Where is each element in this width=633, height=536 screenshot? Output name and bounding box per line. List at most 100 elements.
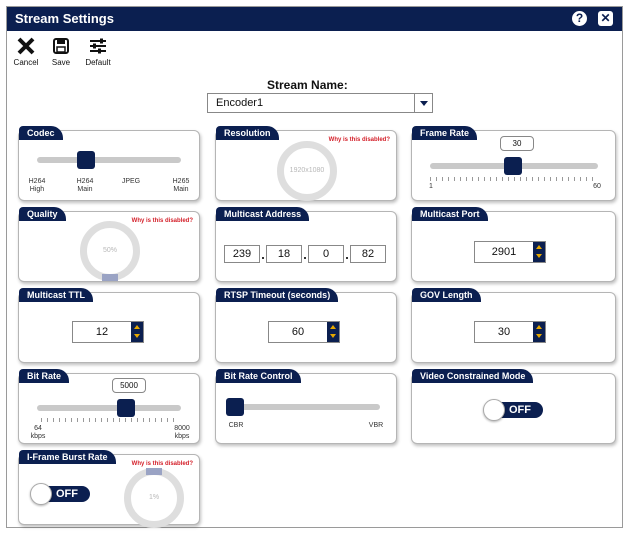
stream-name-value: Encoder1 — [216, 97, 264, 109]
stream-name-label: Stream Name: — [267, 78, 348, 92]
rtsp-timeout-stepper[interactable]: 60 — [268, 321, 340, 343]
bit-rate-control-track[interactable] — [232, 404, 380, 410]
quality-value: 50% — [102, 247, 117, 254]
resolution-dial: 1920x1080 — [277, 141, 337, 201]
codec-title: Codec — [19, 126, 63, 140]
stepper-arrows-icon[interactable] — [131, 322, 143, 342]
multicast-octet-2[interactable]: 18 — [266, 245, 302, 263]
quality-dial: 50% — [80, 221, 140, 281]
default-button[interactable]: Default — [81, 34, 115, 67]
frame-rate-min: 1 — [429, 183, 433, 190]
octet-separator — [304, 257, 306, 259]
multicast-ttl-value: 12 — [95, 326, 109, 338]
save-label: Save — [51, 58, 71, 67]
multicast-octet-4[interactable]: 82 — [350, 245, 386, 263]
multicast-port-panel: Multicast Port 2901 — [411, 207, 616, 282]
codec-option-h264-main: H264 Main — [76, 178, 94, 193]
gov-length-value: 30 — [497, 326, 511, 338]
stepper-arrows-icon[interactable] — [327, 322, 339, 342]
octet-separator — [262, 257, 264, 259]
why-disabled-link[interactable]: Why is this disabled? — [132, 461, 193, 467]
bit-rate-control-cbr: CBR — [228, 422, 244, 429]
frame-rate-value: 30 — [500, 136, 534, 151]
multicast-address-title: Multicast Address — [216, 207, 310, 221]
bit-rate-ticks — [41, 418, 177, 422]
gov-length-panel: GOV Length 30 — [411, 288, 616, 363]
multicast-octet-3[interactable]: 0 — [308, 245, 344, 263]
sliders-icon — [90, 38, 106, 54]
chevron-down-icon[interactable] — [414, 94, 432, 112]
resolution-panel: Resolution Why is this disabled? 1920x10… — [215, 126, 397, 201]
codec-option-jpeg: JPEG — [121, 178, 141, 185]
rtsp-timeout-panel: RTSP Timeout (seconds) 60 — [215, 288, 397, 363]
multicast-ttl-panel: Multicast TTL 12 — [18, 288, 200, 363]
stepper-arrows-icon[interactable] — [533, 322, 545, 342]
multicast-ttl-title: Multicast TTL — [19, 288, 93, 302]
codec-option-h265-main: H265 Main — [172, 178, 190, 193]
codec-slider-track[interactable] — [37, 157, 181, 163]
iframe-burst-dial-marker — [146, 468, 162, 475]
bit-rate-slider-handle[interactable] — [117, 399, 135, 417]
multicast-port-title: Multicast Port — [412, 207, 488, 221]
frame-rate-title: Frame Rate — [412, 126, 478, 140]
bit-rate-max: 8000 kbps — [174, 425, 190, 440]
quality-title: Quality — [19, 207, 66, 221]
bit-rate-control-vbr: VBR — [368, 422, 384, 429]
video-constrained-toggle[interactable]: OFF — [483, 399, 543, 421]
toggle-knob — [483, 399, 505, 421]
window-title: Stream Settings — [15, 11, 114, 26]
stepper-arrows-icon[interactable] — [533, 242, 545, 262]
gov-length-stepper[interactable]: 30 — [474, 321, 546, 343]
multicast-ttl-stepper[interactable]: 12 — [72, 321, 144, 343]
iframe-burst-dial: 1% — [124, 468, 184, 528]
video-constrained-state: OFF — [509, 404, 531, 416]
title-bar: Stream Settings ? ✕ — [7, 7, 622, 31]
save-button[interactable]: Save — [44, 34, 78, 67]
codec-panel: Codec H264 High H264 Main JPEG H265 Main — [18, 126, 200, 201]
codec-slider-handle[interactable] — [77, 151, 95, 169]
multicast-address-panel: Multicast Address 239 18 0 82 — [215, 207, 397, 282]
help-icon[interactable]: ? — [572, 11, 587, 26]
cancel-button[interactable]: Cancel — [9, 34, 43, 67]
stream-name-select[interactable]: Encoder1 — [207, 93, 433, 113]
multicast-port-value: 2901 — [491, 246, 517, 258]
why-disabled-link[interactable]: Why is this disabled? — [329, 137, 390, 143]
resolution-title: Resolution — [216, 126, 279, 140]
why-disabled-link[interactable]: Why is this disabled? — [132, 218, 193, 224]
multicast-octet-1[interactable]: 239 — [224, 245, 260, 263]
quality-dial-marker — [102, 274, 118, 281]
frame-rate-ticks — [430, 177, 598, 181]
bit-rate-control-panel: Bit Rate Control CBR VBR — [215, 369, 397, 444]
codec-option-h264-high: H264 High — [28, 178, 46, 193]
toggle-knob — [30, 483, 52, 505]
video-constrained-panel: Video Constrained Mode OFF — [411, 369, 616, 444]
cancel-label: Cancel — [13, 58, 39, 67]
bit-rate-title: Bit Rate — [19, 369, 70, 383]
frame-rate-max: 60 — [593, 183, 601, 190]
iframe-burst-value: 1% — [148, 494, 160, 501]
iframe-burst-state: OFF — [56, 488, 78, 500]
iframe-burst-toggle[interactable]: OFF — [30, 483, 90, 505]
cancel-x-icon — [17, 37, 35, 55]
rtsp-timeout-value: 60 — [291, 326, 305, 338]
resolution-value: 1920x1080 — [289, 167, 325, 174]
default-label: Default — [85, 58, 111, 67]
bit-rate-panel: Bit Rate 5000 64 kbps 8000 kbps — [18, 369, 200, 444]
multicast-port-stepper[interactable]: 2901 — [474, 241, 546, 263]
bit-rate-control-title: Bit Rate Control — [216, 369, 301, 383]
close-icon[interactable]: ✕ — [598, 11, 613, 26]
frame-rate-slider-handle[interactable] — [504, 157, 522, 175]
frame-rate-panel: Frame Rate 30 1 60 — [411, 126, 616, 201]
bit-rate-control-handle[interactable] — [226, 398, 244, 416]
save-icon — [53, 38, 69, 54]
stream-settings-window: Stream Settings ? ✕ Cancel Save Default … — [6, 6, 623, 528]
iframe-burst-title: I-Frame Burst Rate — [19, 450, 116, 464]
bit-rate-min: 64 kbps — [30, 425, 46, 440]
gov-length-title: GOV Length — [412, 288, 481, 302]
bit-rate-slider-track[interactable] — [37, 405, 181, 411]
quality-panel: Quality Why is this disabled? 50% — [18, 207, 200, 282]
rtsp-timeout-title: RTSP Timeout (seconds) — [216, 288, 339, 302]
iframe-burst-panel: I-Frame Burst Rate Why is this disabled?… — [18, 450, 200, 528]
octet-separator — [346, 257, 348, 259]
video-constrained-title: Video Constrained Mode — [412, 369, 534, 383]
